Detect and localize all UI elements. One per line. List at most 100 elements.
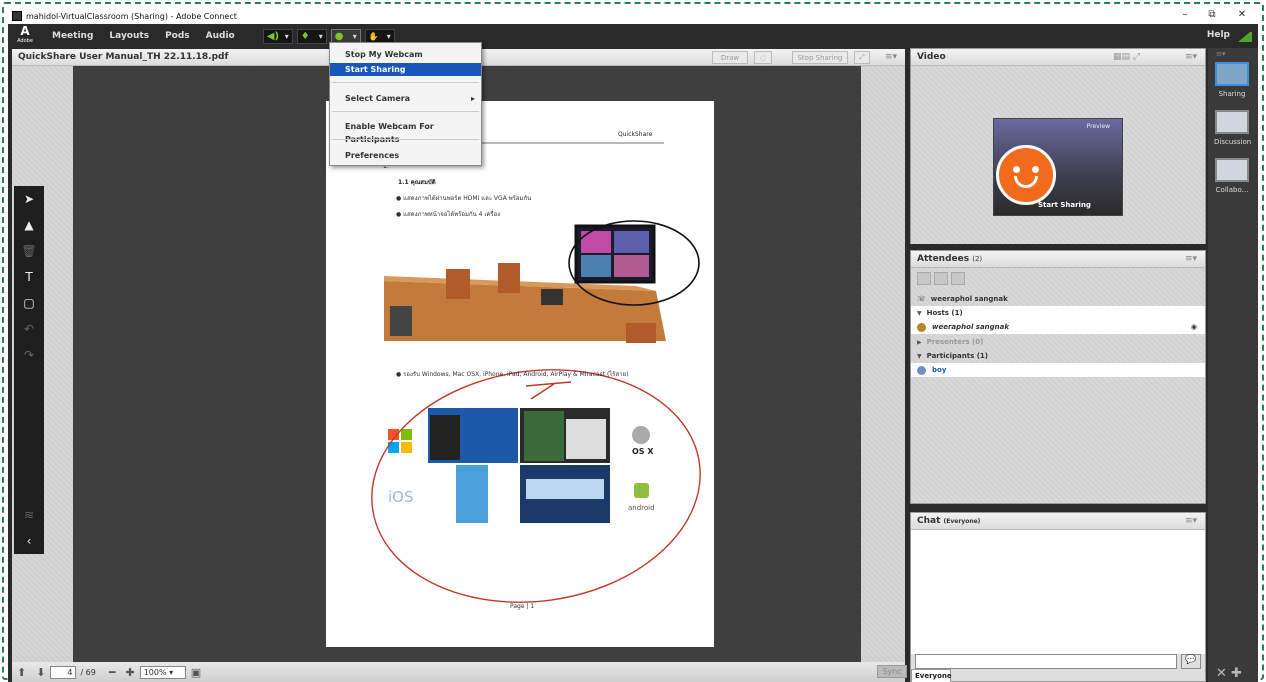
participant-row[interactable]: boy <box>911 363 1205 377</box>
redo-icon[interactable]: ↷ <box>14 342 44 368</box>
participant-icon <box>917 365 926 375</box>
microphone-button[interactable]: ♦ ▾ <box>296 28 327 44</box>
layout-discussion[interactable]: Discussion <box>1214 110 1251 146</box>
help-menu[interactable]: Help <box>1207 30 1230 40</box>
host-row[interactable]: weeraphol sangnak ◉ <box>911 320 1205 334</box>
grid-view-icon[interactable]: ▦▤ ⤢ <box>1113 52 1140 62</box>
collapse-toolbar-icon[interactable]: ‹ <box>14 528 44 554</box>
layout-collaboration[interactable]: Collabo... <box>1214 158 1250 194</box>
layout-sharing[interactable]: Sharing <box>1214 62 1250 98</box>
send-message-icon[interactable]: 💬 <box>1181 654 1201 669</box>
layouts-menu-icon[interactable]: ≡▾ <box>1216 50 1225 58</box>
start-sharing-video-button[interactable]: Start Sharing <box>1038 201 1091 209</box>
chat-scope: (Everyone) <box>943 517 981 525</box>
list-view-icon[interactable] <box>917 271 931 285</box>
menu-audio[interactable]: Audio <box>206 31 235 41</box>
doc-bullet-3: ● รองรับ Windows, Mac OSX, iPhone, iPad,… <box>396 371 629 378</box>
restore-button[interactable]: ⧉ <box>1200 9 1224 20</box>
connection-signal-icon <box>1238 32 1252 42</box>
attendees-title: Attendees <box>917 254 970 264</box>
layout-thumbnail <box>1215 110 1249 134</box>
status-view-icon[interactable] <box>951 271 965 285</box>
save-icon[interactable]: ▣ <box>191 666 201 679</box>
menu-pods[interactable]: Pods <box>165 31 190 41</box>
hosts-group[interactable]: ▼ Hosts (1) <box>911 306 1205 320</box>
app-icon <box>12 11 22 21</box>
pod-menu-icon[interactable]: ≡▾ <box>1185 516 1197 526</box>
stop-webcam-item[interactable]: Stop My Webcam <box>330 48 481 61</box>
smiley-face-icon <box>996 145 1056 205</box>
pod-menu-icon[interactable]: ≡▾ <box>1185 254 1197 264</box>
pointer-tool-icon[interactable]: ➤ <box>14 186 44 212</box>
undo-icon[interactable]: ↶ <box>14 316 44 342</box>
start-sharing-item[interactable]: Start Sharing <box>330 63 481 76</box>
close-button[interactable]: ✕ <box>1230 9 1254 20</box>
webcam-status-icon: ◉ <box>1190 323 1197 331</box>
submenu-arrow-icon: ▸ <box>470 94 475 103</box>
drawing-toolbar: ➤ ▲ 🗑 T ▢ ↶ ↷ ≋ ‹ <box>14 186 44 554</box>
presenters-group[interactable]: ▶ Presenters (0) <box>911 335 1205 349</box>
document-page: คู่มื 1. <box>326 101 714 647</box>
video-pod: Video ▦▤ ⤢ ≡▾ Preview Start Sharing <box>910 48 1206 244</box>
chat-input[interactable] <box>915 654 1177 669</box>
participants-group[interactable]: ▼ Participants (1) <box>911 349 1205 363</box>
share-pod-title: QuickShare User Manual_TH 22.11.18.pdf <box>18 52 229 62</box>
page-total: / 69 <box>80 667 96 677</box>
menu-bar: A Adobe Meeting Layouts Pods Audio ◀) ▾ ♦ ▾… <box>8 24 1258 48</box>
arrow-down-icon[interactable]: ⬇ <box>36 666 45 679</box>
os-collage-image <box>388 408 650 523</box>
page-number-input[interactable]: 4 <box>50 665 77 679</box>
preferences-item[interactable]: Preferences <box>330 149 481 162</box>
attendees-count: (2) <box>972 255 983 263</box>
pod-menu-icon[interactable]: ≡▾ <box>885 52 897 62</box>
chat-pod-header: Chat (Everyone) ≡▾ <box>911 513 1205 530</box>
doc-bullet-2: ● แสดงภาพหน้าจอได้พร้อมกัน 4 เครื่อง <box>396 211 501 218</box>
triangle-down-icon: ▼ <box>917 352 922 360</box>
triangle-down-icon: ▼ <box>917 309 922 317</box>
menu-layouts[interactable]: Layouts <box>109 31 149 41</box>
preview-label: Preview <box>1086 123 1110 130</box>
arrow-up-icon[interactable]: ⬆ <box>17 666 26 679</box>
zoom-in-icon[interactable]: ✚ <box>125 666 134 679</box>
chat-messages <box>911 530 1205 654</box>
webcam-dropdown: Stop My Webcam Start Sharing Select Came… <box>329 42 482 166</box>
minimize-button[interactable]: – <box>1173 9 1197 20</box>
text-tool-icon[interactable]: T <box>14 264 44 290</box>
layouts-bar: ≡▾ Sharing Discussion Collabo... ✕ ✚ <box>1208 48 1258 682</box>
chevron-down-icon: ▾ <box>284 31 289 41</box>
my-status-row[interactable]: ☏ weeraphol sangnak <box>911 292 1205 306</box>
pod-menu-icon[interactable]: ≡▾ <box>1185 52 1197 62</box>
raise-hand-icon: ✋ <box>368 31 379 41</box>
title-bar: mahidol-VirtualClassroom (Sharing) - Ado… <box>8 8 1258 24</box>
draw-button[interactable]: Draw <box>712 51 748 64</box>
speaker-button[interactable]: ◀) ▾ <box>262 28 293 44</box>
doc-header-right: QuickShare <box>618 131 653 138</box>
fullscreen-icon[interactable]: ⤢ <box>854 51 870 64</box>
ios-label: iOS <box>388 488 414 506</box>
speaker-icon: ◀) <box>266 30 280 42</box>
delete-tool-icon[interactable]: 🗑 <box>14 238 44 264</box>
microphone-icon: ♦ <box>300 30 310 42</box>
pointer-button[interactable]: ◌ <box>754 51 772 64</box>
chat-tab-everyone[interactable]: Everyone <box>911 669 952 682</box>
zoom-select[interactable]: 100% ▾ <box>139 665 186 679</box>
layers-icon[interactable]: ≋ <box>14 502 44 528</box>
zoom-out-icon[interactable]: ━ <box>109 666 116 679</box>
video-area: Preview Start Sharing <box>911 66 1205 244</box>
highlighter-tool-icon[interactable]: ▲ <box>14 212 44 238</box>
layout-tools-icon[interactable]: ✕ ✚ <box>1216 666 1242 681</box>
adobe-logo: A Adobe <box>17 24 33 44</box>
breakout-icon[interactable] <box>934 271 948 285</box>
doc-bullet-1: ● แสดงภาพได้ผ่านพอร์ต HDMI และ VGA พร้อม… <box>396 195 532 202</box>
host-icon <box>917 322 926 332</box>
chat-title: Chat <box>917 516 941 526</box>
select-camera-item[interactable]: Select Camera ▸ <box>330 92 481 105</box>
menu-meeting[interactable]: Meeting <box>52 31 93 41</box>
stop-sharing-button[interactable]: Stop Sharing <box>792 51 848 64</box>
shape-tool-icon[interactable]: ▢ <box>14 290 44 316</box>
chevron-down-icon: ▾ <box>352 31 357 41</box>
layout-thumbnail <box>1215 62 1249 86</box>
sync-button[interactable]: Sync <box>877 665 907 678</box>
enable-webcam-participants-item[interactable]: Enable Webcam For Participants <box>330 120 481 144</box>
